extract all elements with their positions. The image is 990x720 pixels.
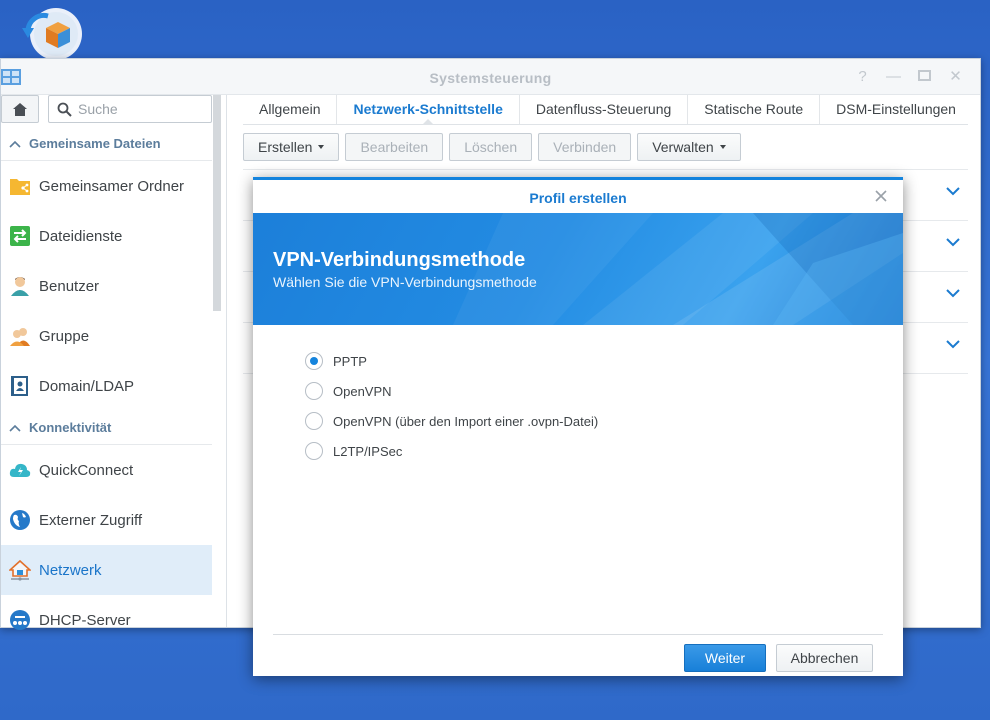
sidebar-item-label: Domain/LDAP [39,377,135,395]
tab-general[interactable]: Allgemein [243,95,336,124]
desktop-app-icon[interactable] [18,8,84,60]
next-button[interactable]: Weiter [684,644,766,672]
toolbar: Erstellen Bearbeiten Löschen Verbinden V… [243,133,968,170]
dialog-titlebar[interactable]: Profil erstellen [253,180,903,213]
sidebar-item-label: Dateidienste [39,227,123,245]
option-label: PPTP [333,353,367,369]
sidebar: Gemeinsame Dateien Gemeinsamer Ordner Da… [1,95,227,630]
sidebar-item-label: QuickConnect [39,461,134,479]
chevron-up-icon [9,424,21,432]
sidebar-item-file-services[interactable]: Dateidienste [1,211,212,261]
domain-ldap-icon [9,375,31,397]
option-pptp[interactable]: PPTP [305,346,598,376]
vpn-method-options: PPTP OpenVPN OpenVPN (über den Import ei… [305,346,598,466]
section-connectivity[interactable]: Konnektivität [1,411,212,445]
window-titlebar[interactable]: Systemsteuerung ? — ✕ [1,59,980,95]
manage-label: Verwalten [652,139,714,155]
manage-button[interactable]: Verwalten [637,133,741,161]
delete-button[interactable]: Löschen [449,133,533,161]
sidebar-item-label: Gemeinsamer Ordner [39,177,185,195]
section-shared-files[interactable]: Gemeinsame Dateien [1,127,212,161]
sidebar-scrollbar[interactable] [213,95,221,311]
maximize-icon[interactable] [916,68,933,85]
file-services-icon [9,225,31,247]
dhcp-server-icon [9,609,31,631]
sidebar-item-user[interactable]: Benutzer [1,261,212,311]
footer-divider [273,634,883,635]
option-openvpn[interactable]: OpenVPN [305,376,598,406]
option-label: OpenVPN [333,383,392,399]
sidebar-item-label: DHCP-Server [39,611,131,629]
radio-button[interactable] [305,352,323,370]
home-icon [13,102,27,116]
caret-down-icon [719,145,726,149]
network-icon [9,559,31,581]
search-icon [57,102,72,117]
connect-button[interactable]: Verbinden [538,133,632,161]
close-icon[interactable]: ✕ [947,68,964,85]
chevron-down-icon[interactable] [946,339,960,349]
help-icon[interactable]: ? [854,68,871,85]
dialog-banner: VPN-Verbindungsmethode Wählen Sie die VP… [253,213,903,325]
sidebar-item-shared-folder[interactable]: Gemeinsamer Ordner [1,161,212,211]
option-label: OpenVPN (über den Import einer .ovpn-Dat… [333,413,599,429]
user-icon [9,275,31,297]
external-access-icon [9,509,31,531]
sidebar-item-external-access[interactable]: Externer Zugriff [1,495,212,545]
chevron-down-icon[interactable] [946,186,960,196]
create-button[interactable]: Erstellen [243,133,340,161]
banner-title: VPN-Verbindungsmethode [273,249,526,271]
chevron-down-icon[interactable] [946,237,960,247]
radio-button[interactable] [305,442,323,460]
minimize-icon[interactable]: — [885,68,902,85]
tab-static-route[interactable]: Statische Route [687,95,819,124]
sidebar-item-label: Netzwerk [39,561,102,579]
create-profile-dialog: Profil erstellen VPN-Verbindungsmethode … [253,177,903,676]
cancel-button[interactable]: Abbrechen [776,644,873,672]
option-l2tp-ipsec[interactable]: L2TP/IPSec [305,436,598,466]
radio-button[interactable] [305,412,323,430]
window-title: Systemsteuerung [429,70,552,86]
sidebar-item-domain-ldap[interactable]: Domain/LDAP [1,361,212,411]
sidebar-item-quickconnect[interactable]: QuickConnect [1,445,212,495]
search-input[interactable] [78,101,198,117]
section-label: Gemeinsame Dateien [29,136,161,151]
sidebar-item-label: Gruppe [39,327,90,345]
edit-button[interactable]: Bearbeiten [345,133,444,161]
radio-button[interactable] [305,382,323,400]
chevron-down-icon[interactable] [946,288,960,298]
tab-traffic-control[interactable]: Datenfluss-Steuerung [518,95,687,124]
option-label: L2TP/IPSec [333,443,403,459]
section-label: Konnektivität [29,420,112,435]
home-button[interactable] [1,95,39,123]
sidebar-item-network[interactable]: Netzwerk [1,545,212,595]
sidebar-item-label: Benutzer [39,277,100,295]
banner-subtitle: Wählen Sie die VPN-Verbindungsmethode [273,274,537,290]
group-icon [9,325,31,347]
create-label: Erstellen [258,139,313,155]
sidebar-item-group[interactable]: Gruppe [1,311,212,361]
tab-network-interface[interactable]: Netzwerk-Schnittstelle [336,95,518,125]
search-box[interactable] [48,95,212,123]
tab-dsm-settings[interactable]: DSM-Einstellungen [819,95,972,124]
option-openvpn-import[interactable]: OpenVPN (über den Import einer .ovpn-Dat… [305,406,598,436]
chevron-up-icon [9,140,21,148]
close-icon[interactable] [873,188,889,204]
shared-folder-icon [9,175,31,197]
caret-down-icon [318,145,325,149]
sidebar-item-dhcp-server[interactable]: DHCP-Server [1,595,212,645]
quickconnect-icon [9,459,31,481]
dialog-title: Profil erstellen [529,190,627,206]
sidebar-item-label: Externer Zugriff [39,511,143,529]
tab-bar: Allgemein Netzwerk-Schnittstelle Datenfl… [243,95,968,125]
